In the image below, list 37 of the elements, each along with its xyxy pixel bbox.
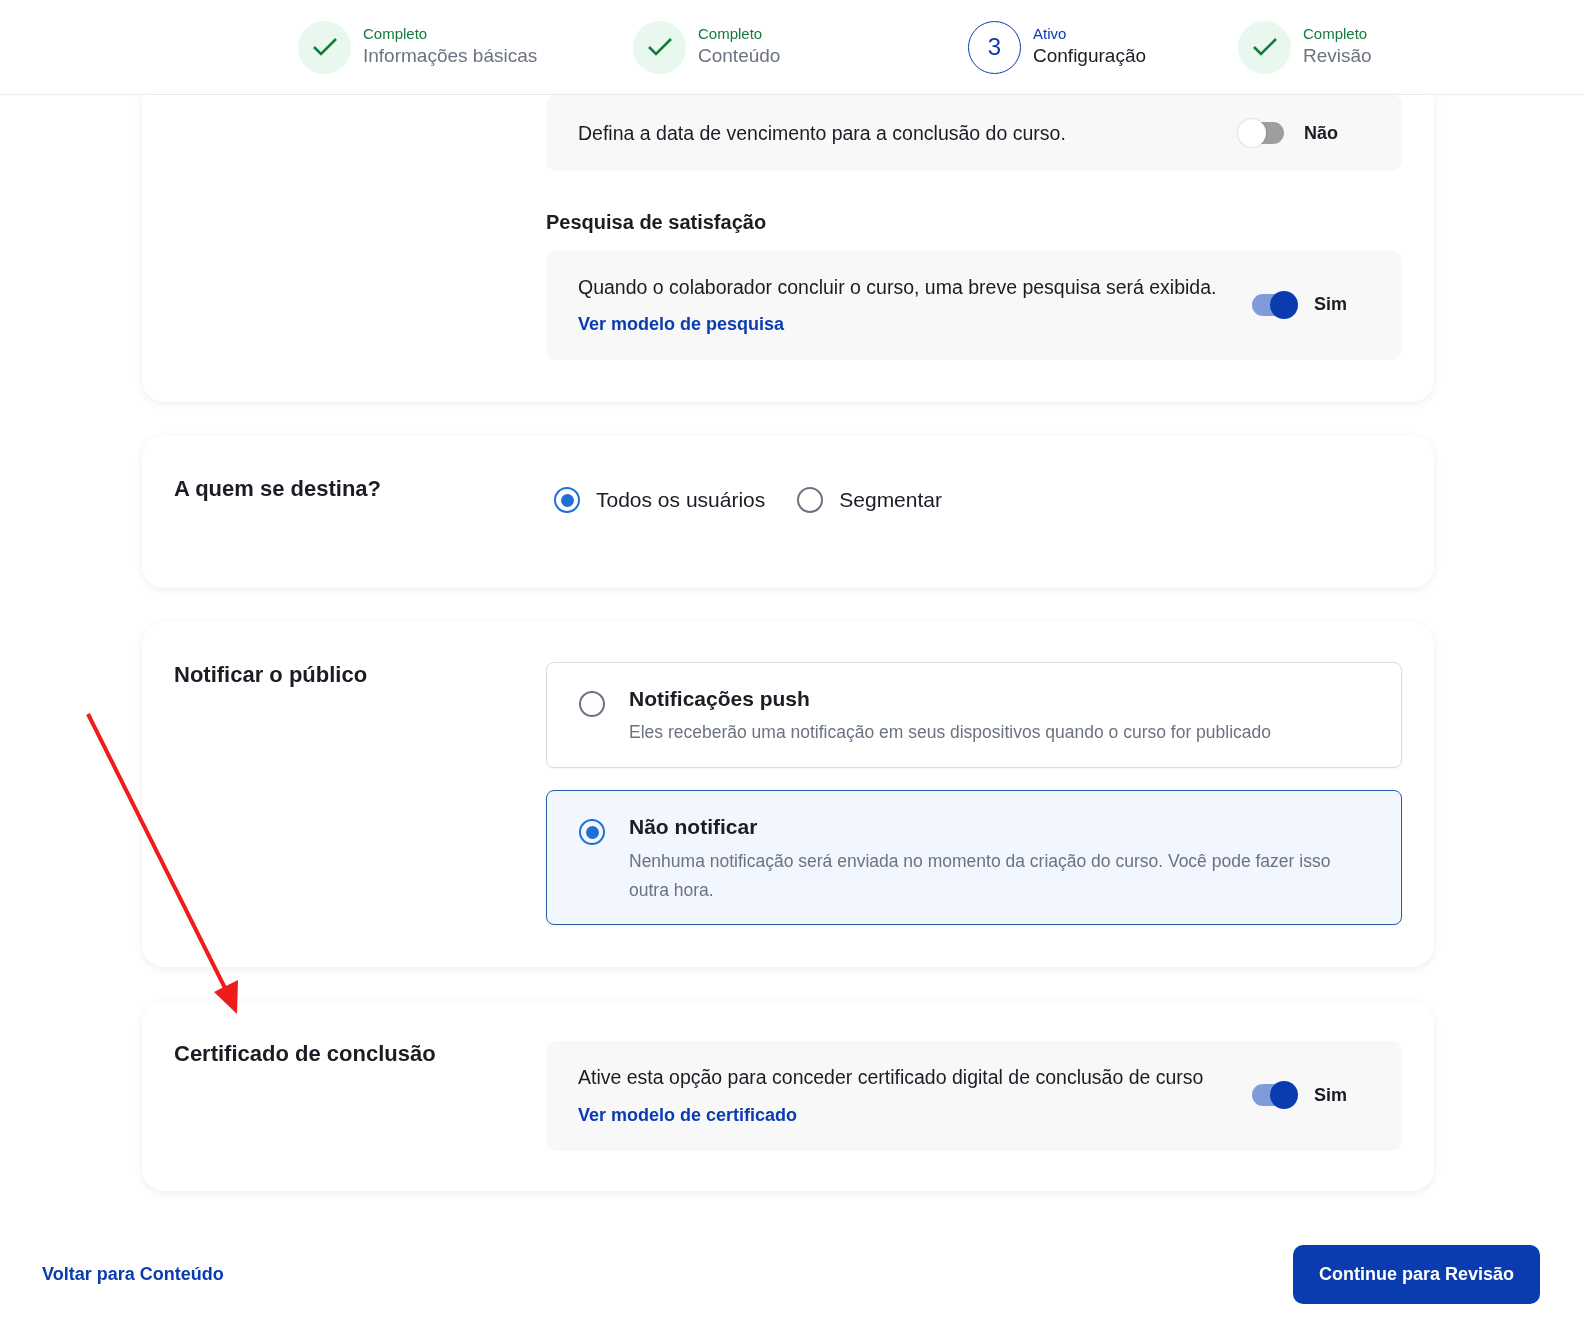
step-title: Revisão (1303, 43, 1372, 68)
toggle-label: Sim (1314, 293, 1348, 317)
check-icon (1238, 20, 1291, 74)
section-title: Certificado de conclusão (174, 1041, 437, 1068)
step-status: Completo (1303, 24, 1369, 43)
step-title: Informações básicas (363, 43, 538, 68)
continue-button[interactable]: Continue para Revisão (1292, 1244, 1540, 1304)
certificate-link[interactable]: Ver modelo de certificado (578, 1101, 798, 1129)
step-title: Configuração (1033, 43, 1147, 68)
option-title: Notificações push (629, 685, 811, 712)
step-title: Conteúdo (698, 43, 781, 68)
check-icon (298, 20, 351, 74)
step-status: Ativo (1033, 24, 1068, 43)
radio-button[interactable] (579, 690, 605, 717)
setting-description: Defina a data de vencimento para a conclusão do curso. (578, 121, 1067, 146)
radio-button[interactable] (579, 819, 605, 846)
survey-link[interactable]: Ver modelo de pesquisa (578, 311, 785, 339)
section-title: A quem se destina? (174, 476, 382, 503)
setting-description: Quando o colaborador concluir o curso, uma breve pesquisa será exibida. (578, 275, 1218, 301)
radio-label[interactable]: Todos os usuários (596, 484, 766, 516)
setting-description: Ative esta opção para conceder certificado digital de conclusão de curso (578, 1065, 1205, 1091)
option-title: Não notificar (629, 814, 759, 841)
back-link[interactable]: Voltar para Conteúdo (42, 1260, 224, 1288)
option-description: Nenhuma notificação será enviada no momento da criação do curso. Você pode fazer isso outra hora. (629, 849, 1332, 902)
toggle-label: Sim (1314, 1083, 1348, 1107)
option-description: Eles receberão uma notificação em seus dispositivos quando o curso for publicado (629, 721, 1272, 745)
check-icon (633, 20, 686, 74)
option-card[interactable]: Notificações push Eles receberão uma notificação em seus dispositivos quando o curso for publicado (546, 661, 1402, 769)
radio-label[interactable]: Segmentar (839, 484, 942, 516)
step-status: Completo (698, 24, 764, 43)
section-title: Notificar o público (174, 661, 369, 689)
section-heading: Pesquisa de satisfação (546, 210, 768, 236)
radio-button[interactable] (797, 487, 824, 514)
step-status: Completo (363, 24, 429, 43)
radio-button[interactable] (554, 487, 580, 514)
toggle-label: Não (1304, 121, 1339, 145)
option-card[interactable]: Não notificar Nenhuma notificação será enviada no momento da criação do curso. Você pode fazer isso outra hora. (546, 790, 1402, 926)
